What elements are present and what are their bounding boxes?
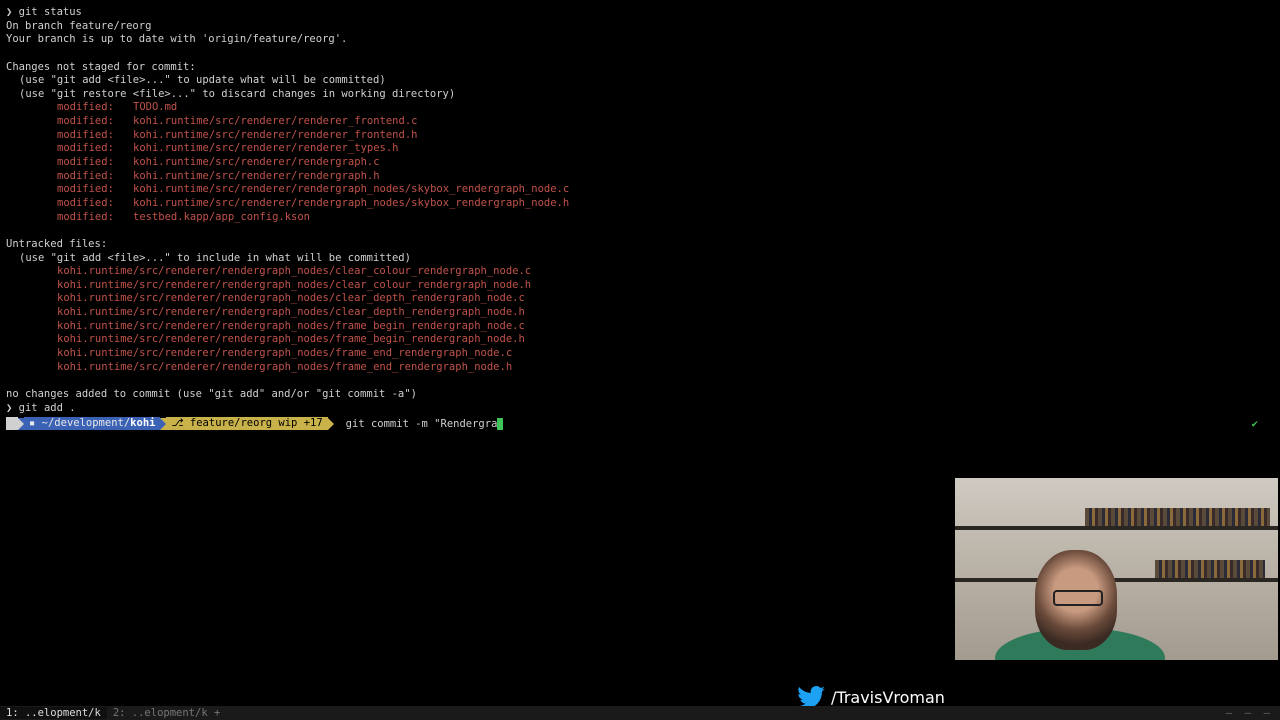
status-check-icon: ✔ xyxy=(1251,417,1258,430)
git-branch-icon: ⎇ xyxy=(171,417,184,429)
bookshelf-items xyxy=(1155,560,1265,578)
untracked-header: Untracked files: xyxy=(6,237,108,250)
modified-label: modified: xyxy=(57,142,114,155)
shelf xyxy=(955,578,1278,582)
git-segment: ⎇ feature/reorg wip +17 xyxy=(166,417,328,430)
tmux-status-bar: 1: ..elopment/k 2: ..elopment/k + – – – xyxy=(0,706,1280,720)
modified-file-path: kohi.runtime/src/renderer/rendergraph_no… xyxy=(133,196,570,209)
glasses-icon xyxy=(1053,590,1103,606)
command-text: git add . xyxy=(18,401,76,414)
twitter-handle-text: /TravisVroman xyxy=(831,688,945,707)
modified-file-row: modified: kohi.runtime/src/renderer/rende… xyxy=(6,115,1274,129)
modified-file-path: kohi.runtime/src/renderer/rendergraph.c xyxy=(133,156,380,169)
folder-icon: ▪ xyxy=(29,417,42,429)
modified-label: modified: xyxy=(57,156,114,169)
modified-label: modified: xyxy=(57,128,114,141)
os-segment xyxy=(6,417,18,430)
dir-current: kohi xyxy=(130,417,156,429)
modified-file-row: modified: kohi.runtime/src/renderer/rende… xyxy=(6,170,1274,184)
typed-command: git commit -m "Rendergra xyxy=(345,417,498,430)
on-branch-text: On branch feature/reorg xyxy=(6,19,152,32)
modified-label: modified: xyxy=(57,115,114,128)
modified-file-path: kohi.runtime/src/renderer/rendergraph.h xyxy=(133,169,380,182)
command-input[interactable]: git commit -m "Rendergra xyxy=(334,417,504,430)
hint-untracked: (use "git add <file>..." to include in w… xyxy=(19,251,411,264)
directory-segment: ▪ ~/development/kohi xyxy=(24,417,161,430)
modified-file-path: kohi.runtime/src/renderer/renderer_front… xyxy=(133,115,418,128)
modified-file-path: testbed.kapp/app_config.kson xyxy=(133,210,311,223)
modified-file-row: modified: kohi.runtime/src/renderer/rende… xyxy=(6,129,1274,143)
modified-file-row: modified: kohi.runtime/src/renderer/rende… xyxy=(6,142,1274,156)
window-controls-icon: – – – xyxy=(1225,707,1270,719)
git-info: feature/reorg wip +17 xyxy=(189,417,323,429)
shelf xyxy=(955,526,1278,530)
hint-restore: (use "git restore <file>..." to discard … xyxy=(19,87,456,100)
modified-file-row: modified: kohi.runtime/src/renderer/rende… xyxy=(6,197,1274,211)
hint-add: (use "git add <file>..." to update what … xyxy=(19,74,386,87)
untracked-file-row: kohi.runtime/src/renderer/rendergraph_no… xyxy=(57,333,525,346)
no-changes-text: no changes added to commit (use "git add… xyxy=(6,387,417,400)
modified-label: modified: xyxy=(57,101,114,114)
untracked-file-row: kohi.runtime/src/renderer/rendergraph_no… xyxy=(57,306,525,319)
tmux-window-1[interactable]: 1: ..elopment/k xyxy=(0,707,107,719)
untracked-files-list: kohi.runtime/src/renderer/rendergraph_no… xyxy=(6,265,1274,374)
prompt-symbol: ❯ xyxy=(6,401,13,414)
text-cursor xyxy=(497,417,504,430)
modified-file-row: modified: TODO.md xyxy=(6,101,1274,115)
untracked-file-row: kohi.runtime/src/renderer/rendergraph_no… xyxy=(57,292,525,305)
modified-label: modified: xyxy=(57,169,114,182)
webcam-overlay xyxy=(955,478,1278,660)
untracked-file-row: kohi.runtime/src/renderer/rendergraph_no… xyxy=(57,347,513,360)
command-line-2: ❯ git add . xyxy=(6,402,1274,416)
modified-files-list: modified: TODO.md modified: kohi.runtime/sr… xyxy=(6,101,1274,224)
terminal-output[interactable]: ❯ git status On branch feature/reorg You… xyxy=(6,6,1274,415)
up-to-date-text: Your branch is up to date with 'origin/f… xyxy=(6,33,348,46)
shell-prompt[interactable]: ▪ ~/development/kohi ⎇ feature/reorg wip… xyxy=(6,417,1274,430)
prompt-symbol: ❯ xyxy=(6,6,13,18)
dir-prefix: ~/development/ xyxy=(41,417,131,429)
modified-file-row: modified: testbed.kapp/app_config.kson xyxy=(6,211,1274,225)
modified-label: modified: xyxy=(57,196,114,209)
tmux-window-2[interactable]: 2: ..elopment/k + xyxy=(107,707,226,719)
changes-header: Changes not staged for commit: xyxy=(6,60,196,73)
modified-file-path: kohi.runtime/src/renderer/renderer_front… xyxy=(133,128,418,141)
command-text: git status xyxy=(18,6,82,18)
modified-file-path: kohi.runtime/src/renderer/rendergraph_no… xyxy=(133,183,570,196)
command-line-1: ❯ git status xyxy=(6,6,1274,20)
untracked-file-row: kohi.runtime/src/renderer/rendergraph_no… xyxy=(57,360,513,373)
untracked-file-row: kohi.runtime/src/renderer/rendergraph_no… xyxy=(57,319,525,332)
bookshelf-items xyxy=(1085,508,1270,526)
modified-file-path: kohi.runtime/src/renderer/renderer_types… xyxy=(133,142,399,155)
modified-file-row: modified: kohi.runtime/src/renderer/rende… xyxy=(6,156,1274,170)
modified-label: modified: xyxy=(57,210,114,223)
modified-file-path: TODO.md xyxy=(133,101,178,114)
modified-label: modified: xyxy=(57,183,114,196)
untracked-file-row: kohi.runtime/src/renderer/rendergraph_no… xyxy=(57,278,532,291)
modified-file-row: modified: kohi.runtime/src/renderer/rende… xyxy=(6,183,1274,197)
untracked-file-row: kohi.runtime/src/renderer/rendergraph_no… xyxy=(57,265,532,278)
